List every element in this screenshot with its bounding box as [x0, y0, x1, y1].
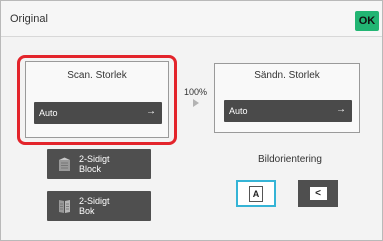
- landscape-a-icon: <: [309, 187, 327, 200]
- scan-size-label: Scan. Storlek: [67, 70, 127, 81]
- scan-size-value: Auto: [39, 108, 58, 118]
- ratio-value: 100%: [184, 87, 208, 97]
- duplex-book-icon: [59, 200, 70, 213]
- triangle-right-icon: [193, 99, 199, 107]
- arrow-right-icon: →: [146, 106, 156, 117]
- duplex-block-line2: Block: [79, 164, 102, 174]
- orientation-label: Bildorientering: [258, 154, 322, 165]
- duplex-book-line2: Bok: [79, 206, 95, 216]
- orientation-portrait-button[interactable]: A: [236, 180, 276, 207]
- duplex-block-icon: [59, 157, 70, 171]
- ok-button[interactable]: OK: [355, 11, 379, 31]
- duplex-book-button[interactable]: 2-Sidigt Bok: [47, 191, 151, 221]
- send-size-panel: Sändn. Storlek Auto →: [214, 63, 360, 133]
- duplex-block-line1: 2-Sidigt: [79, 154, 110, 164]
- portrait-a-icon: A: [249, 185, 263, 202]
- send-size-label: Sändn. Storlek: [254, 70, 320, 81]
- duplex-book-line1: 2-Sidigt: [79, 196, 110, 206]
- send-size-button[interactable]: Auto →: [224, 100, 352, 122]
- send-size-value: Auto: [229, 106, 248, 116]
- page-title: Original: [10, 13, 48, 25]
- orientation-landscape-button[interactable]: <: [298, 180, 338, 207]
- arrow-right-icon: →: [336, 104, 346, 115]
- scan-size-button[interactable]: Auto →: [34, 102, 162, 124]
- duplex-block-button[interactable]: 2-Sidigt Block: [47, 149, 151, 179]
- title-bar: Original OK: [1, 1, 382, 37]
- scan-size-panel: Scan. Storlek Auto →: [25, 61, 169, 138]
